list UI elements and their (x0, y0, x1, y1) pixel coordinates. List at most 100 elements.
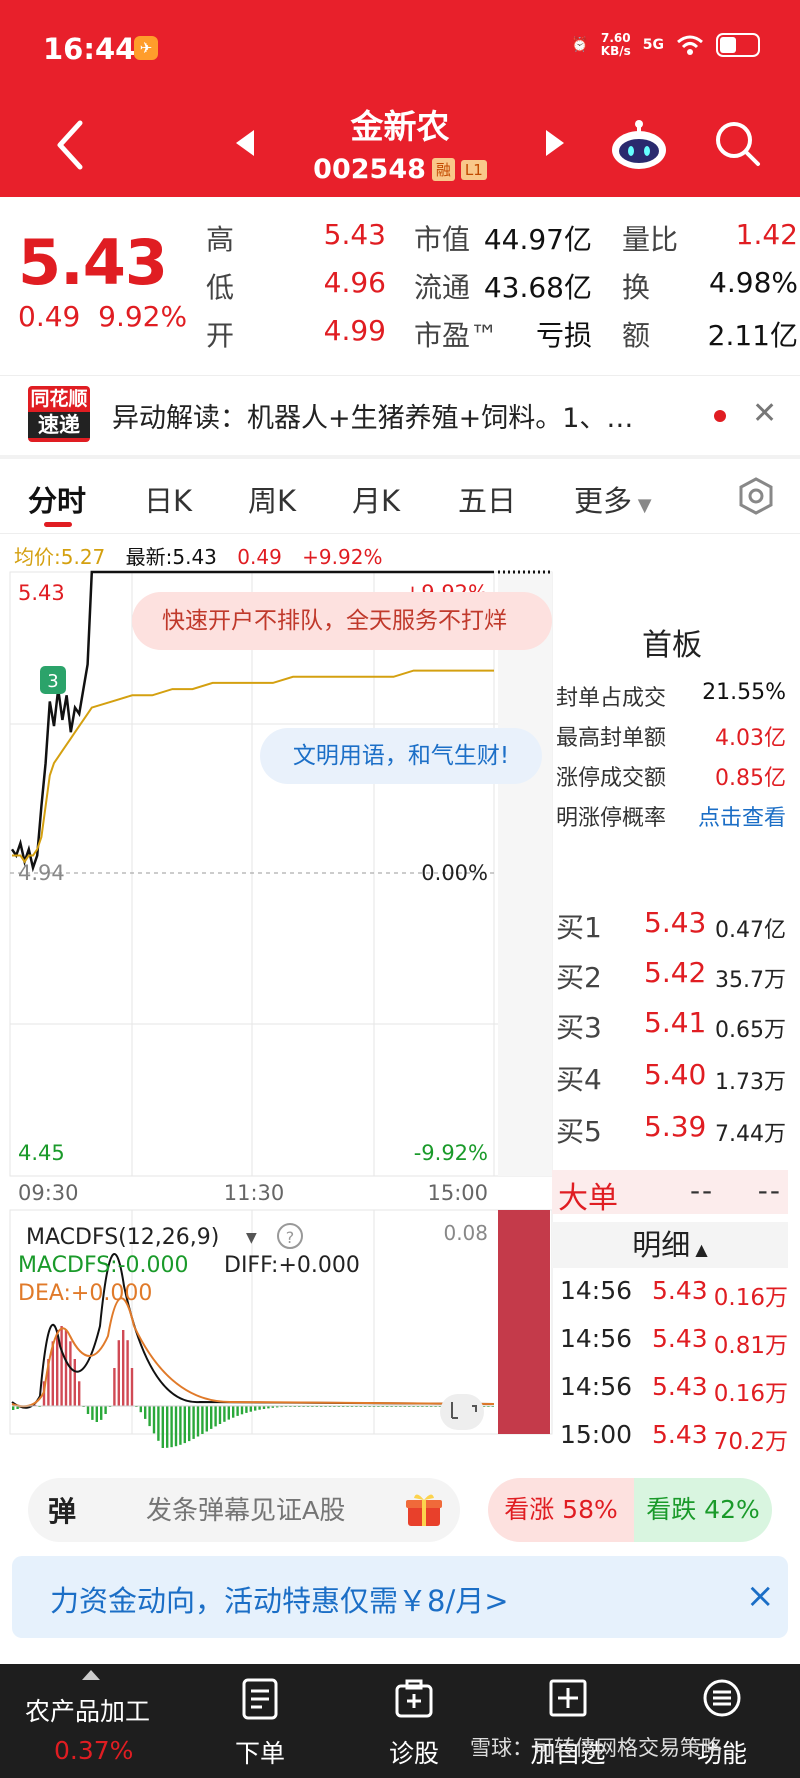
limit-row: 涨停成交额 0.85亿 (556, 766, 786, 791)
macd-bar (192, 1406, 195, 1439)
divider (0, 455, 800, 459)
gift-icon[interactable] (404, 1490, 444, 1530)
battery-icon (716, 33, 760, 57)
macd-bar (188, 1406, 191, 1442)
macd-bar (223, 1406, 226, 1422)
vote-bullish-button[interactable]: 看涨 58% (488, 1478, 634, 1542)
y-tick-mid: 4.94 (18, 861, 65, 885)
low-label: 低 (206, 271, 235, 304)
status-time: 16:44 (43, 32, 136, 66)
tab-daily[interactable]: 日K (144, 478, 192, 520)
stock-name: 金新农 (350, 107, 450, 146)
diff-value: DIFF:+0.000 (224, 1253, 360, 1278)
macd-bar (139, 1406, 142, 1413)
y-tick-mid-pct: 0.00% (421, 861, 488, 885)
macd-bar (113, 1368, 116, 1406)
vr-label: 量比 (622, 223, 679, 256)
tab-more[interactable]: 更多 ▼ (574, 478, 652, 520)
level-tag: L1 (460, 159, 487, 180)
orderbook-row[interactable]: 买5 5.39 7.44万 (556, 1110, 786, 1150)
turnover-label: 换 (622, 271, 651, 304)
expand-up-icon (82, 1670, 100, 1680)
turnover-value: 4.98% (709, 266, 798, 299)
macd-bar (161, 1406, 164, 1448)
check-probability-link[interactable]: 点击查看 (698, 800, 786, 832)
macd-bar (227, 1406, 230, 1420)
news-ticker[interactable]: 同花顺 速递 异动解读：机器人+生猪养殖+饲料。1、… ✕ (0, 375, 800, 455)
macd-bar (104, 1406, 107, 1414)
y-tick-bottom: 4.45 (18, 1141, 65, 1165)
promo-banner[interactable]: 力资金动向，活动特惠仅需￥8/月> × (12, 1556, 788, 1638)
dea-value: DEA:+0.000 (18, 1281, 152, 1306)
macd-dropdown-icon[interactable]: ▼ (246, 1230, 257, 1246)
stock-code: 002548 (313, 154, 426, 185)
macd-bar (144, 1406, 147, 1419)
macd-bar (130, 1368, 134, 1406)
macd-help-label: ? (286, 1228, 295, 1247)
diagnose-icon (395, 1679, 433, 1718)
macd-bar (240, 1406, 244, 1415)
nav-order[interactable]: 下单 (190, 1664, 330, 1778)
big-order-row[interactable]: 大单 -- -- (552, 1170, 788, 1216)
vr-value: 1.42 (735, 218, 798, 251)
macd-bar (205, 1406, 208, 1432)
search-icon[interactable] (712, 118, 762, 168)
y-tick-top: 5.43 (18, 581, 65, 605)
float-label: 流通 (414, 271, 471, 304)
macd-bar (12, 1406, 15, 1410)
bottom-nav: 农产品加工 0.37% 下单 诊股 加自选 功能 雪球：可转债网格交易策略 (0, 1664, 800, 1778)
tab-weekly[interactable]: 周K (248, 478, 296, 520)
macd-bar (64, 1329, 68, 1406)
alarm-icon: ⏰ (571, 37, 589, 53)
detail-header[interactable]: 明细 ▲ (552, 1222, 788, 1268)
macdfs-value: MACDFS:-0.000 (18, 1253, 189, 1278)
robot-assistant-icon[interactable] (610, 118, 668, 170)
banner-text[interactable]: 力资金动向，活动特惠仅需￥8/月> (50, 1578, 509, 1620)
settings-icon[interactable] (736, 476, 776, 516)
promo-pill[interactable]: 快速开户不排队，全天服务不打烊 (132, 592, 552, 650)
chart-tabs: 分时 日K 周K 月K 五日 更多 ▼ (0, 466, 800, 534)
macd-bar (236, 1406, 239, 1416)
next-stock-icon[interactable] (544, 128, 566, 158)
macd-bar (254, 1406, 257, 1411)
macd-bar (258, 1406, 261, 1410)
macd-bar (148, 1406, 151, 1427)
macd-bar (60, 1326, 63, 1406)
tab-five-day[interactable]: 五日 (458, 478, 516, 520)
tab-monthly[interactable]: 月K (352, 478, 400, 520)
macd-bar (214, 1406, 217, 1427)
vote-bearish-button[interactable]: 看跌 42% (634, 1478, 772, 1542)
margin-tag: 融 (431, 158, 455, 181)
banner-close-icon[interactable]: × (746, 1576, 775, 1616)
danmu-input[interactable] (146, 1478, 396, 1542)
macd-bar (179, 1406, 182, 1445)
watermark: 雪球：可转债网格交易策略 (470, 1736, 722, 1760)
news-close-icon[interactable]: ✕ (752, 396, 777, 431)
post-close-area (498, 570, 552, 1434)
macd-bar (196, 1406, 200, 1437)
dea-line (11, 1297, 495, 1408)
orderbook-row[interactable]: 买1 5.43 0.47亿 (556, 906, 786, 946)
orderbook-row[interactable]: 买3 5.41 0.65万 (556, 1006, 786, 1046)
open-value: 4.99 (323, 314, 386, 347)
orderbook-row[interactable]: 买2 5.42 35.7万 (556, 956, 786, 996)
macd-bar (126, 1340, 129, 1406)
nav-sector[interactable]: 农产品加工 0.37% (0, 1664, 150, 1778)
tab-intraday[interactable]: 分时 (28, 478, 86, 520)
nav-diagnose[interactable]: 诊股 (344, 1664, 484, 1778)
wifi-icon (677, 35, 703, 55)
unread-dot (714, 410, 726, 422)
news-text[interactable]: 异动解读：机器人+生猪养殖+饲料。1、… (112, 396, 702, 435)
macd-title[interactable]: MACDFS(12,26,9) (26, 1225, 219, 1250)
macd-bar (201, 1406, 204, 1434)
fullscreen-icon[interactable] (440, 1394, 484, 1430)
orderbook-row[interactable]: 买4 5.40 1.73万 (556, 1058, 786, 1098)
macd-bar (100, 1406, 103, 1420)
danmu-icon[interactable]: 弹 (48, 1490, 76, 1530)
event-marker-label: 3 (47, 671, 58, 692)
limit-row: 封单占成交 21.55% (556, 680, 786, 711)
danmu-bar: 弹 (28, 1478, 460, 1542)
quote-grid: 高 5.43 低 4.96 开 4.99 市值 44.97亿 流通 43.68亿… (0, 214, 800, 364)
order-icon (242, 1678, 278, 1720)
macd-bar (69, 1341, 72, 1406)
